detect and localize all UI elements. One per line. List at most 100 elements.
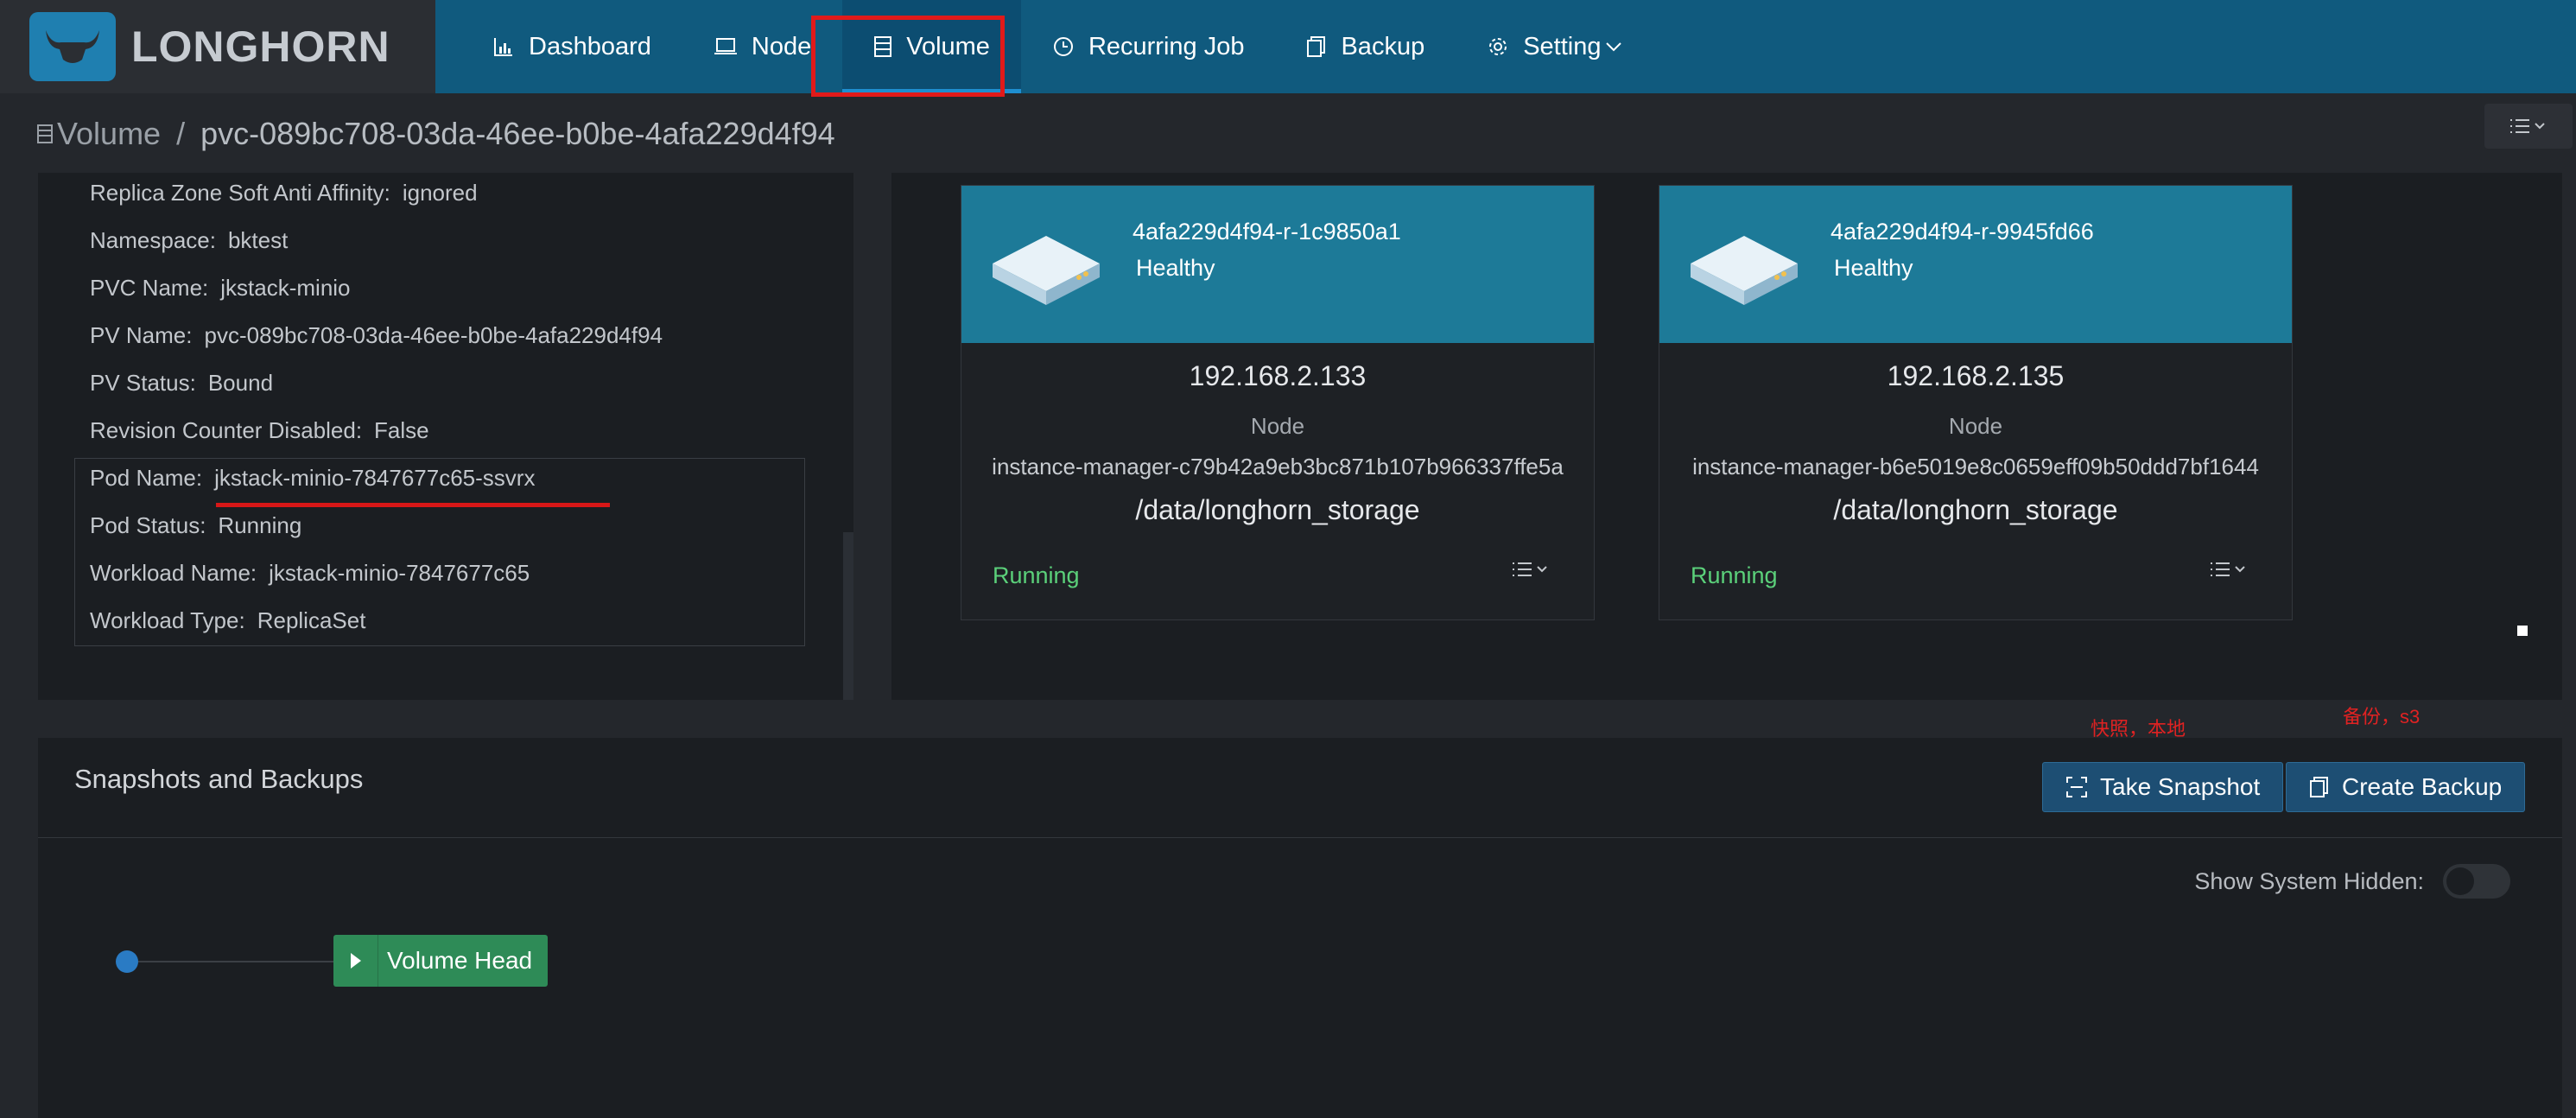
snapshots-backups-section: Snapshots and Backups Take Snapshot Crea… bbox=[38, 738, 2562, 1118]
replica-header: 4afa229d4f94-r-1c9850a1 Healthy bbox=[961, 186, 1594, 343]
brand[interactable]: LONGHORN bbox=[0, 0, 435, 93]
replica-actions-menu[interactable] bbox=[2207, 559, 2250, 580]
detail-value: ReplicaSet bbox=[257, 607, 366, 633]
database-icon bbox=[874, 36, 892, 57]
annotation-backup-note: 备份，s3 bbox=[2343, 706, 2421, 727]
detail-label: Pod Name: bbox=[90, 465, 203, 491]
button-label: Create Backup bbox=[2342, 773, 2503, 800]
nav-label: Volume bbox=[906, 32, 990, 60]
disk-drive-icon bbox=[1691, 236, 1798, 305]
replica-card: 4afa229d4f94-r-1c9850a1 Healthy 192.168.… bbox=[961, 185, 1595, 620]
detail-workload-name: Workload Name: jkstack-minio-7847677c65 bbox=[90, 560, 530, 587]
detail-value: jkstack-minio bbox=[220, 275, 351, 301]
snapshot-tree-root-dot bbox=[116, 950, 138, 973]
details-scrollbar[interactable] bbox=[843, 532, 853, 700]
detail-label: Replica Zone Soft Anti Affinity: bbox=[90, 180, 390, 206]
detail-label: Workload Type: bbox=[90, 607, 245, 633]
detail-pv-name: PV Name: pvc-089bc708-03da-46ee-b0be-4afa… bbox=[90, 322, 663, 349]
nav-item-dashboard[interactable]: Dashboard bbox=[461, 0, 682, 93]
detail-label: Pod Status: bbox=[90, 512, 206, 538]
white-marker bbox=[2517, 626, 2528, 636]
detail-revision-counter-disabled: Revision Counter Disabled: False bbox=[90, 417, 429, 444]
detail-value: Bound bbox=[207, 370, 274, 396]
replica-instance-manager: instance-manager-b6e5019e8c0659eff09b50d… bbox=[1692, 454, 2259, 480]
breadcrumb-root[interactable]: Volume bbox=[57, 116, 161, 152]
detail-label: Namespace: bbox=[90, 227, 216, 253]
play-icon bbox=[333, 935, 378, 987]
detail-workload-type: Workload Type: ReplicaSet bbox=[90, 607, 365, 634]
nav-label: Dashboard bbox=[529, 32, 651, 60]
copy-icon bbox=[2310, 777, 2328, 797]
nav-item-setting[interactable]: Setting bbox=[1456, 0, 1653, 93]
toggle-knob bbox=[2446, 867, 2474, 895]
chevron-down-icon bbox=[1605, 42, 1621, 52]
create-backup-button[interactable]: Create Backup bbox=[2286, 762, 2526, 812]
nav-label: Node bbox=[751, 32, 812, 60]
nav-label: Backup bbox=[1341, 32, 1425, 60]
replica-status: Running bbox=[1691, 562, 1778, 588]
detail-label: PV Status: bbox=[90, 370, 196, 396]
replica-data-path: /data/longhorn_storage bbox=[1833, 494, 2118, 525]
database-icon bbox=[37, 124, 53, 143]
replica-health: Healthy bbox=[1136, 255, 1215, 281]
detail-value: pvc-089bc708-03da-46ee-b0be-4afa229d4f94 bbox=[204, 322, 663, 348]
column-menu-button[interactable] bbox=[2484, 104, 2573, 149]
replica-ip: 192.168.2.133 bbox=[1189, 360, 1367, 391]
detail-value: Running bbox=[218, 512, 302, 538]
list-dropdown-icon bbox=[2510, 119, 2545, 133]
replica-status: Running bbox=[993, 562, 1080, 588]
snapshot-icon bbox=[2066, 777, 2087, 797]
disk-drive-icon bbox=[993, 236, 1100, 305]
nav-item-node[interactable]: Node bbox=[682, 0, 842, 93]
replica-name[interactable]: 4afa229d4f94-r-9945fd66 bbox=[1830, 219, 2094, 245]
volume-details-panel: Replica Zone Soft Anti Affinity: ignored … bbox=[38, 173, 853, 700]
button-label: Take Snapshot bbox=[2100, 773, 2261, 800]
replica-card: 4afa229d4f94-r-9945fd66 Healthy 192.168.… bbox=[1659, 185, 2293, 620]
replica-data-path: /data/longhorn_storage bbox=[1135, 494, 1420, 525]
replica-actions-menu[interactable] bbox=[1509, 559, 1552, 580]
show-hidden-toggle[interactable] bbox=[2443, 864, 2510, 899]
breadcrumb: Volume / pvc-089bc708-03da-46ee-b0be-4af… bbox=[36, 112, 835, 156]
pod-name-annotation-underline bbox=[216, 503, 610, 507]
detail-pv-status: PV Status: Bound bbox=[90, 370, 273, 397]
snapshot-tree-line bbox=[138, 961, 333, 962]
copy-icon bbox=[1307, 36, 1326, 57]
laptop-icon bbox=[714, 38, 737, 54]
volume-head-node[interactable]: Volume Head bbox=[333, 935, 548, 987]
longhorn-logo-icon bbox=[29, 12, 116, 81]
detail-value: False bbox=[374, 417, 429, 443]
replica-instance-manager: instance-manager-c79b42a9eb3bc871b107b96… bbox=[992, 454, 1564, 480]
replica-node-label: Node bbox=[1948, 413, 2003, 439]
list-dropdown-icon bbox=[1513, 562, 1547, 576]
replica-ip: 192.168.2.135 bbox=[1887, 360, 2065, 391]
nav-label: Setting bbox=[1523, 32, 1602, 60]
show-hidden-label: Show System Hidden: bbox=[2194, 867, 2424, 894]
breadcrumb-separator: / bbox=[176, 116, 186, 151]
gear-icon bbox=[1489, 38, 1507, 55]
list-dropdown-icon bbox=[2211, 562, 2245, 576]
detail-replica-zone-soft-anti-affinity: Replica Zone Soft Anti Affinity: ignored bbox=[90, 180, 478, 206]
detail-value: bktest bbox=[227, 227, 289, 253]
clock-icon bbox=[1053, 37, 1073, 56]
bar-chart-icon bbox=[494, 38, 512, 56]
breadcrumb-current: pvc-089bc708-03da-46ee-b0be-4afa229d4f94 bbox=[200, 116, 835, 151]
detail-pod-name: Pod Name: jkstack-minio-7847677c65-ssvrx bbox=[90, 465, 535, 492]
detail-pod-status: Pod Status: Running bbox=[90, 512, 301, 539]
nav-item-backup[interactable]: Backup bbox=[1275, 0, 1456, 93]
detail-value: jkstack-minio-7847677c65-ssvrx bbox=[214, 465, 536, 491]
show-system-hidden: Show System Hidden: bbox=[2194, 864, 2510, 899]
nav-item-volume[interactable]: Volume bbox=[842, 0, 1021, 93]
brand-name: LONGHORN bbox=[131, 22, 390, 71]
nav-label: Recurring Job bbox=[1088, 32, 1245, 60]
volume-head-label: Volume Head bbox=[387, 947, 533, 974]
take-snapshot-button[interactable]: Take Snapshot bbox=[2042, 762, 2284, 812]
detail-pvc-name: PVC Name: jkstack-minio bbox=[90, 275, 351, 302]
detail-label: Workload Name: bbox=[90, 560, 257, 586]
detail-value: jkstack-minio-7847677c65 bbox=[269, 560, 530, 586]
snapshots-header: Snapshots and Backups Take Snapshot Crea… bbox=[38, 738, 2562, 838]
replica-name[interactable]: 4afa229d4f94-r-1c9850a1 bbox=[1133, 219, 1401, 245]
detail-namespace: Namespace: bktest bbox=[90, 227, 288, 254]
detail-label: PVC Name: bbox=[90, 275, 209, 301]
nav-item-recurring-job[interactable]: Recurring Job bbox=[1021, 0, 1276, 93]
replica-health: Healthy bbox=[1834, 255, 1913, 281]
